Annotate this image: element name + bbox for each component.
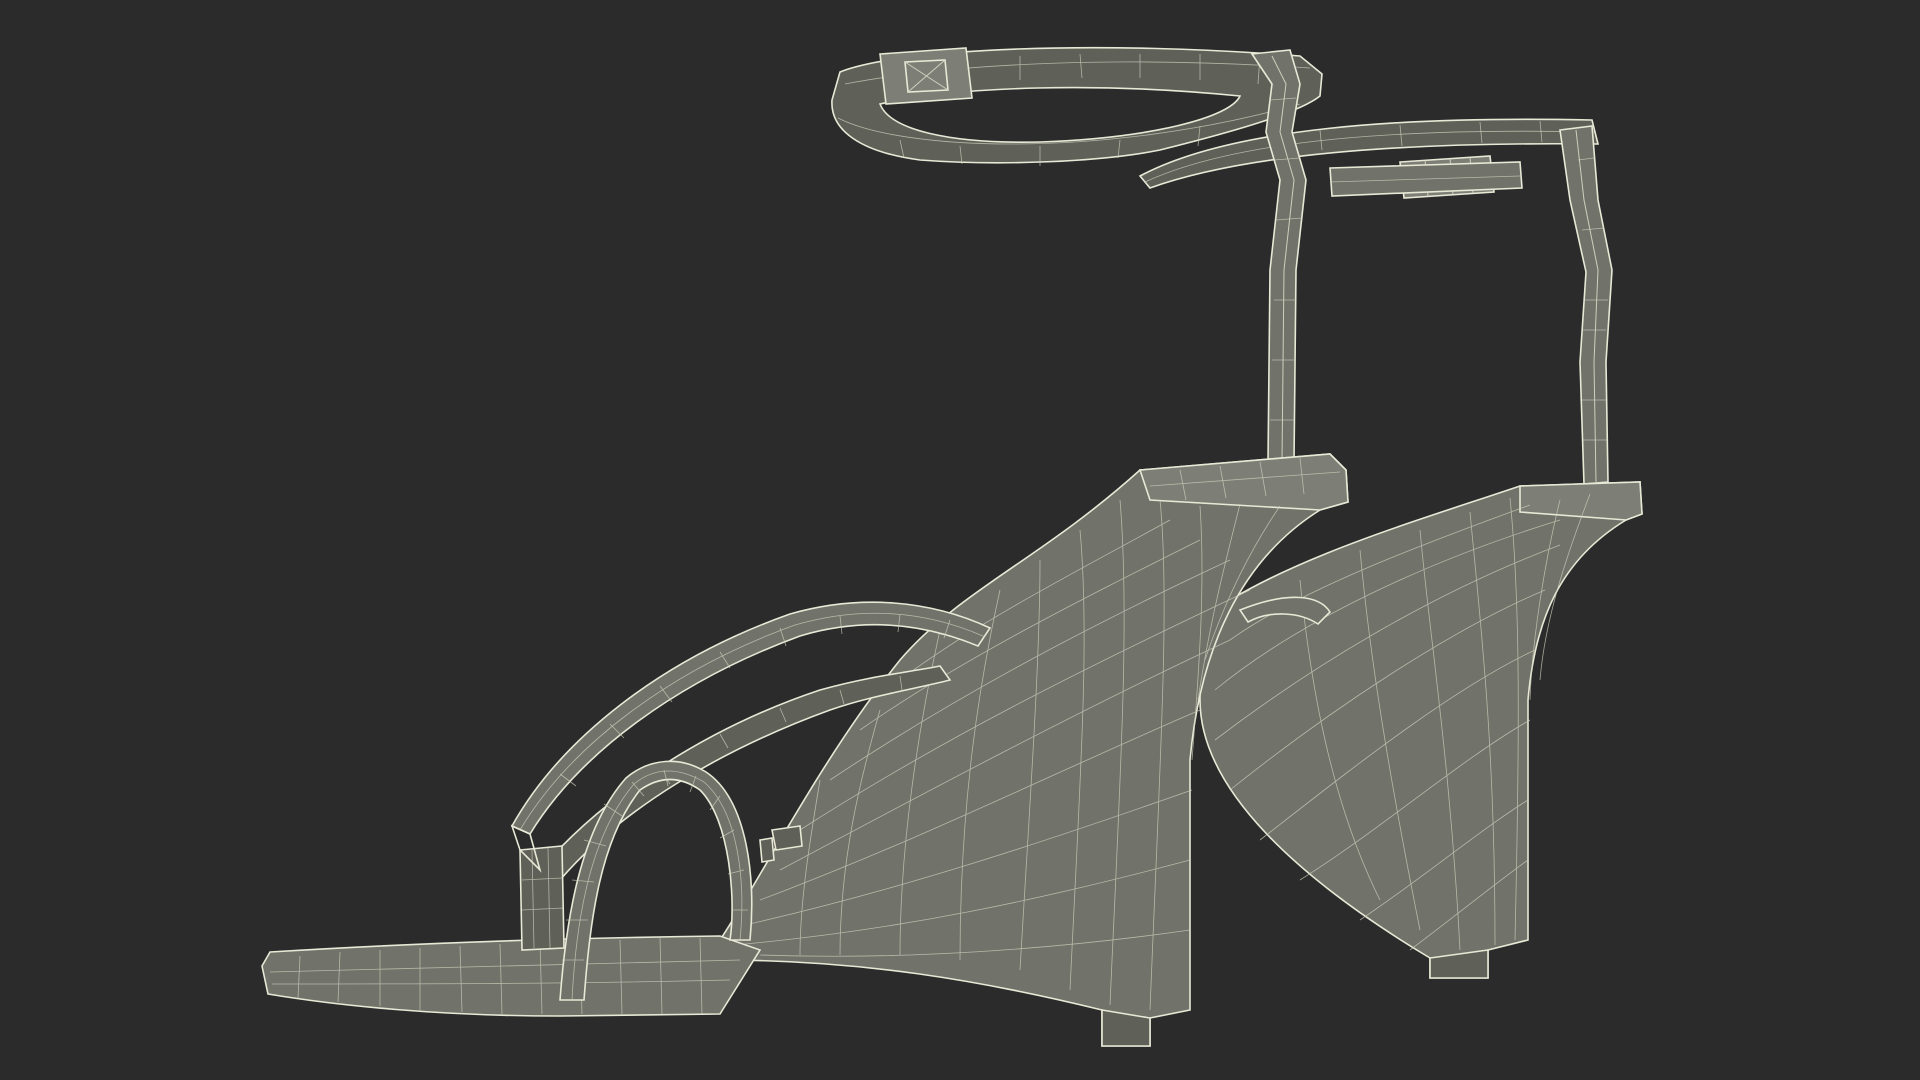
render-viewport (0, 0, 1920, 1080)
toe-post (520, 846, 564, 950)
front-sandal (261, 46, 1349, 1047)
sandal-wireframe-render (261, 46, 1643, 1047)
